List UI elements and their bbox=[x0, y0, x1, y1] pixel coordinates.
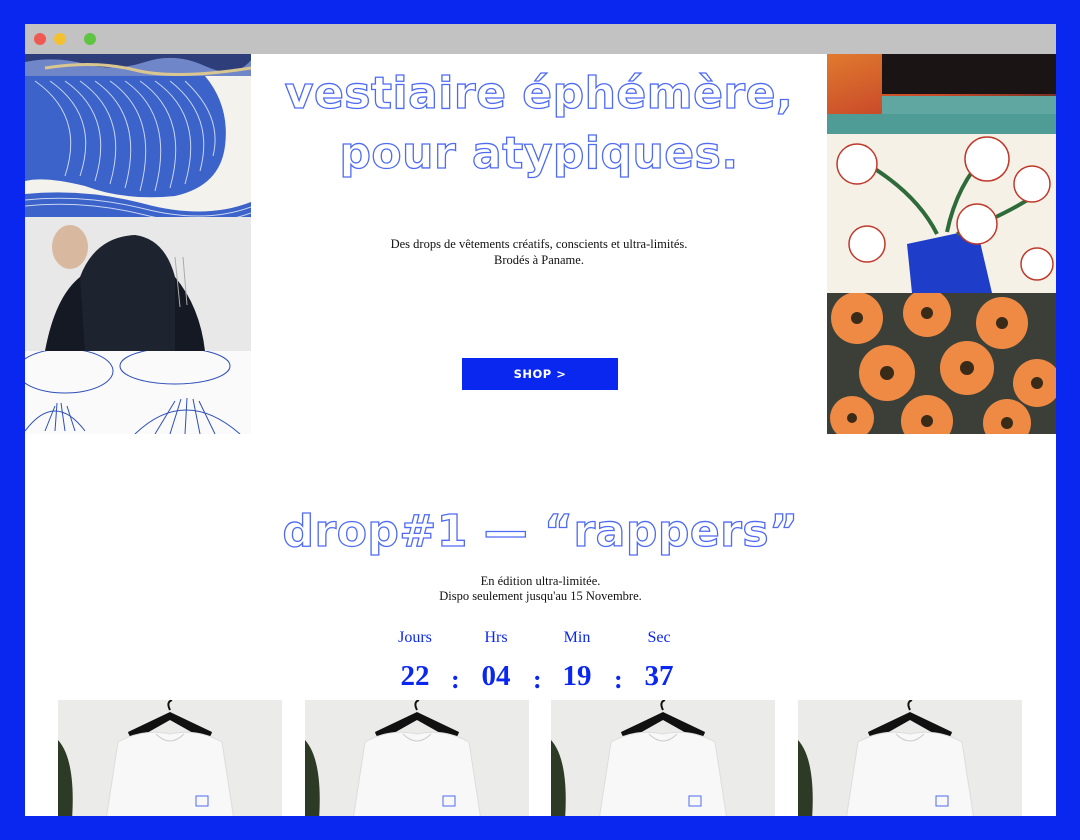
left-artwork-column bbox=[25, 54, 251, 434]
page-content: vestiaire éphémère, pour atypiques. Des … bbox=[25, 54, 1056, 816]
tshirt-photo bbox=[798, 700, 1022, 816]
product-grid bbox=[58, 700, 1022, 816]
minimize-window-button[interactable] bbox=[54, 33, 66, 45]
right-artwork-column bbox=[827, 54, 1056, 434]
countdown-separator: : bbox=[533, 665, 542, 694]
product-card[interactable] bbox=[798, 700, 1022, 816]
hero-subtitle-line-2: Brodés à Paname. bbox=[494, 253, 584, 267]
countdown-days-value: 22 bbox=[400, 660, 430, 692]
painting-strip-image bbox=[25, 54, 251, 76]
blue-line-art-image bbox=[25, 76, 251, 217]
browser-window: vestiaire éphémère, pour atypiques. Des … bbox=[25, 24, 1056, 816]
tshirt-photo bbox=[305, 700, 529, 816]
maximize-window-button[interactable] bbox=[84, 33, 96, 45]
title-bar bbox=[25, 24, 1056, 54]
shop-button[interactable]: SHOP > bbox=[462, 358, 618, 390]
countdown-separator: : bbox=[451, 665, 460, 694]
countdown-timer: Jours 22 : Hrs 04 : Min 19 : Sec 37 bbox=[385, 628, 685, 698]
tshirt-photo bbox=[551, 700, 775, 816]
product-card[interactable] bbox=[305, 700, 529, 816]
close-window-button[interactable] bbox=[34, 33, 46, 45]
drop-subtitle-line-2: Dispo seulement jusqu'au 15 Novembre. bbox=[439, 589, 642, 603]
product-card[interactable] bbox=[58, 700, 282, 816]
countdown-days-label: Jours bbox=[398, 629, 432, 646]
hero-title-line-1: vestiaire éphémère, bbox=[284, 67, 794, 119]
drop-subtitle-line-1: En édition ultra-limitée. bbox=[480, 574, 601, 588]
flower-vase-illustration-image bbox=[827, 134, 1056, 293]
orange-daisies-photo bbox=[827, 293, 1056, 434]
hero-title: vestiaire éphémère, pour atypiques. bbox=[251, 64, 827, 184]
countdown-minutes: Min 19 bbox=[547, 628, 607, 694]
countdown-hours-label: Hrs bbox=[484, 629, 508, 646]
countdown-seconds-label: Sec bbox=[647, 629, 671, 646]
countdown-minutes-label: Min bbox=[563, 629, 591, 646]
gradient-painting-image bbox=[827, 54, 1056, 134]
black-jacket-photo bbox=[25, 217, 251, 351]
countdown-seconds: Sec 37 bbox=[629, 628, 689, 694]
countdown-separator: : bbox=[614, 665, 623, 694]
drop-subtitle: En édition ultra-limitée. Dispo seulemen… bbox=[25, 574, 1056, 604]
countdown-minutes-value: 19 bbox=[562, 660, 592, 692]
hero-subtitle: Des drops de vêtements créatifs, conscie… bbox=[251, 236, 827, 268]
countdown-hours: Hrs 04 bbox=[466, 628, 526, 694]
tshirt-photo bbox=[58, 700, 282, 816]
countdown-seconds-value: 37 bbox=[644, 660, 674, 692]
countdown-hours-value: 04 bbox=[481, 660, 511, 692]
blue-radial-drawing-image bbox=[25, 351, 251, 434]
hero-subtitle-line-1: Des drops de vêtements créatifs, conscie… bbox=[390, 237, 688, 251]
hero-title-line-2: pour atypiques. bbox=[339, 127, 739, 179]
product-card[interactable] bbox=[551, 700, 775, 816]
drop-title: drop#1 — “rappers” bbox=[282, 505, 799, 557]
countdown-days: Jours 22 bbox=[385, 628, 445, 694]
